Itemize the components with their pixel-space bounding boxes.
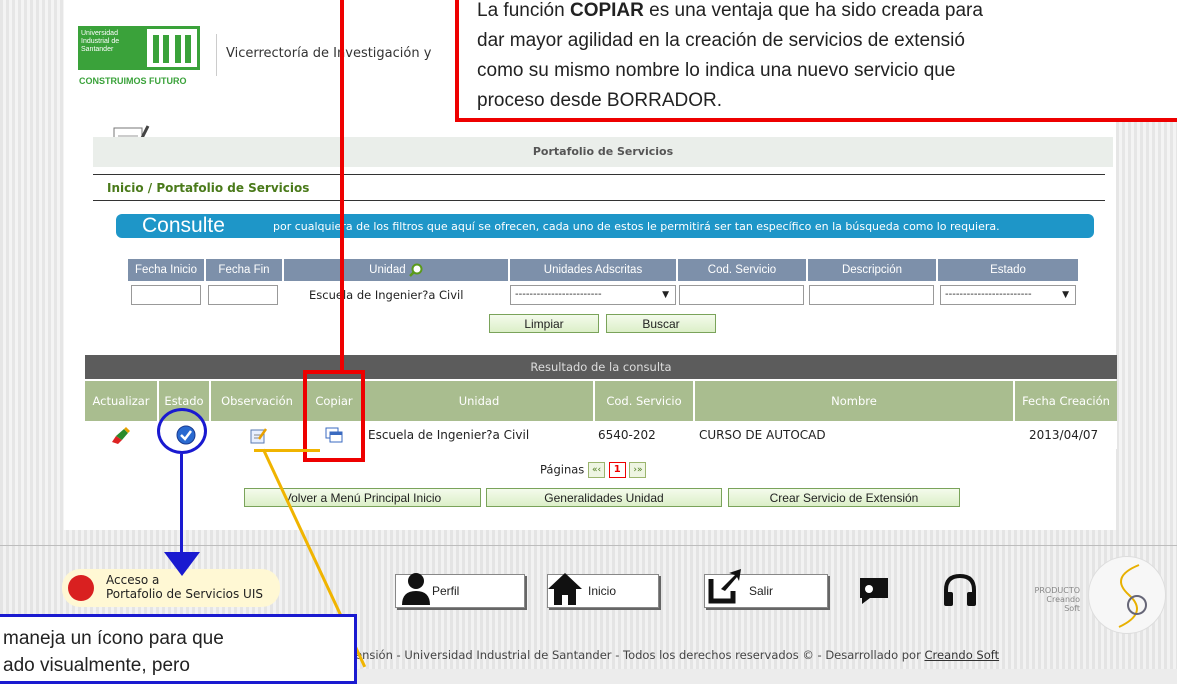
red-callout-line4: proceso desde BORRADOR.: [477, 90, 722, 111]
red-callout-line1-post: es una ventaja que ha sido creada para: [643, 0, 983, 21]
acceso-text: Acceso a Portafolio de Servicios UIS: [106, 573, 263, 601]
blue-highlight-circle: [157, 408, 207, 454]
creando-soft-mark-icon: [1118, 564, 1147, 628]
current-page[interactable]: 1: [608, 462, 626, 478]
limpiar-button[interactable]: Limpiar: [489, 314, 599, 333]
col-unidad: Unidad: [365, 381, 593, 421]
pagination-label: Páginas: [540, 462, 585, 477]
volver-menu-button[interactable]: Volver a Menú Principal Inicio: [244, 488, 481, 507]
red-callout-line1-bold: COPIAR: [569, 0, 644, 21]
col-actualizar: Actualizar: [85, 381, 157, 421]
logo-text: Universidad Industrial de Santander: [81, 30, 120, 53]
copyright-text: ensión - Universidad Industrial de Santa…: [355, 648, 925, 662]
salir-button[interactable]: Salir: [704, 569, 828, 608]
inicio-button[interactable]: Inicio: [547, 573, 659, 608]
observation-edit-icon[interactable]: [250, 428, 268, 444]
first-page-button[interactable]: «‹: [587, 462, 606, 478]
search-icon[interactable]: [408, 263, 423, 277]
row-nombre: CURSO DE AUTOCAD: [699, 428, 826, 442]
university-logo[interactable]: Universidad Industrial de Santander: [78, 26, 144, 70]
adscritas-select[interactable]: ------------------------ ▼: [510, 285, 676, 305]
red-dot-icon: [68, 575, 94, 601]
pagination: Páginas «‹ 1 ›»: [540, 462, 647, 478]
inicio-label: Inicio: [588, 584, 617, 598]
red-callout-line3: como su mismo nombre lo indica una nuevo…: [477, 60, 956, 81]
producto-credit: PRODUCTO Creando Soft: [1030, 586, 1080, 613]
red-pointer-line: [340, 0, 344, 372]
creando-soft-logo: [1088, 556, 1166, 634]
row-unidad: Escuela de Ingenier?a Civil: [368, 428, 530, 442]
producto-line1: PRODUCTO: [1034, 586, 1080, 595]
generalidades-button[interactable]: Generalidades Unidad: [486, 488, 722, 507]
results-title: Resultado de la consulta: [85, 355, 1117, 379]
cod-servicio-input[interactable]: [679, 285, 804, 305]
blue-pointer-line: [180, 454, 183, 558]
filter-header-estado: Estado: [938, 259, 1078, 281]
filter-header-descripcion: Descripción: [808, 259, 936, 281]
red-callout: La función COPIAR es una ventaja que ha …: [455, 0, 1177, 122]
crear-servicio-button[interactable]: Crear Servicio de Extensión: [728, 488, 960, 507]
col-nombre: Nombre: [695, 381, 1013, 421]
red-callout-line1-pre: La función: [477, 0, 570, 21]
acceso-line2: Portafolio de Servicios UIS: [106, 587, 263, 601]
consulte-banner: Consulte por cualquiera de los filtros q…: [116, 214, 1094, 238]
divider: [93, 174, 1105, 175]
divider: [93, 200, 1105, 201]
blue-arrow-icon: [164, 552, 200, 576]
perfil-label: Perfil: [432, 584, 460, 598]
blue-callout-line1: maneja un ícono para que: [3, 628, 224, 649]
col-cod: Cod. Servicio: [595, 381, 693, 421]
dropdown-arrow-icon: ▼: [662, 290, 669, 300]
header-divider: [216, 34, 217, 76]
salir-label: Salir: [749, 584, 774, 598]
footer-divider: [0, 545, 1177, 546]
row-fecha: 2013/04/07: [1029, 428, 1099, 442]
adscritas-select-value: ------------------------: [515, 289, 602, 300]
buscar-button[interactable]: Buscar: [606, 314, 716, 333]
unidad-value: Escuela de Ingenier?a Civil: [309, 288, 464, 302]
fecha-fin-input[interactable]: [208, 285, 278, 305]
exit-share-icon: [708, 569, 741, 604]
estado-select[interactable]: ------------------------ ▼: [940, 285, 1076, 305]
uis-logo-mark: [144, 26, 200, 70]
filter-header-adscritas: Unidades Adscritas: [510, 259, 676, 281]
acceso-line1: Acceso a: [106, 573, 160, 587]
update-pencil-icon[interactable]: [110, 427, 132, 445]
dropdown-arrow-icon: ▼: [1062, 290, 1069, 300]
headphones-icon[interactable]: [942, 572, 978, 608]
home-icon: [548, 573, 582, 605]
creando-soft-link[interactable]: Creando Soft: [924, 648, 999, 662]
col-observacion: Observación: [211, 381, 303, 421]
header-title: Vicerrectoría de Investigación y: [226, 46, 432, 61]
chat-icon[interactable]: [856, 572, 892, 608]
filter-header-fecha-fin: Fecha Fin: [206, 259, 282, 281]
filter-header-unidad-label: Unidad: [369, 264, 406, 276]
col-fecha: Fecha Creación: [1015, 381, 1117, 421]
blue-callout: maneja un ícono para que ado visualmente…: [0, 614, 357, 684]
fecha-inicio-input[interactable]: [131, 285, 201, 305]
red-callout-line2: dar mayor agilidad en la creación de ser…: [477, 30, 965, 51]
perfil-button[interactable]: Perfil: [395, 573, 525, 608]
filter-header-cod: Cod. Servicio: [678, 259, 806, 281]
user-icon: [402, 573, 430, 605]
descripcion-input[interactable]: [809, 285, 934, 305]
filter-header-unidad[interactable]: Unidad: [284, 259, 508, 281]
blue-callout-line2: ado visualmente, pero: [3, 655, 190, 676]
consulte-text: por cualquiera de los filtros que aquí s…: [273, 220, 1000, 233]
row-cod: 6540-202: [598, 428, 656, 442]
filter-header-fecha-inicio: Fecha Inicio: [128, 259, 204, 281]
breadcrumb[interactable]: Inicio / Portafolio de Servicios: [107, 181, 309, 195]
logo-tagline: CONSTRUIMOS FUTURO: [79, 76, 187, 86]
last-page-button[interactable]: ›»: [629, 462, 647, 478]
estado-select-value: ------------------------: [945, 289, 1032, 300]
copyright: ensión - Universidad Industrial de Santa…: [355, 648, 999, 662]
consulte-title: Consulte: [142, 214, 225, 237]
section-title: Portafolio de Servicios: [532, 145, 674, 158]
producto-line2: Creando Soft: [1046, 595, 1080, 613]
